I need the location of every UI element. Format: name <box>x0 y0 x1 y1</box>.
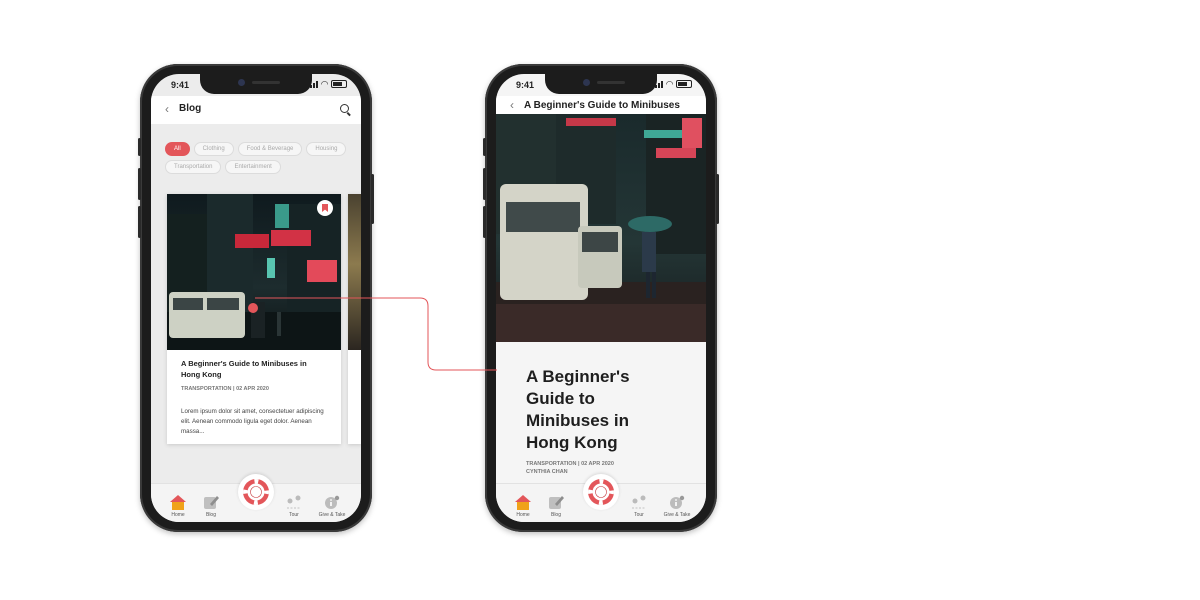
phone-blog: 9:41 ◠ ‹ Blog All Clothing Food & Bevera… <box>138 64 374 532</box>
lifebuoy-help-button[interactable] <box>583 474 619 510</box>
notch <box>200 74 312 94</box>
tour-map-pin-icon <box>287 495 301 509</box>
blog-edit-icon <box>549 496 564 509</box>
tab-give-take[interactable]: Give & Take <box>660 494 694 518</box>
article-nav-bar: ‹ A Beginner's Guide to Minibuses <box>496 96 706 114</box>
notch <box>545 74 657 94</box>
page-title: Blog <box>179 103 202 114</box>
tab-blog-label: Blog <box>205 512 216 518</box>
lifebuoy-help-button[interactable] <box>238 474 274 510</box>
bottom-tab-bar: Home Blog Tour Give & Take <box>496 474 706 522</box>
back-icon[interactable]: ‹ <box>510 98 514 112</box>
tab-tour-label: Tour <box>634 512 644 518</box>
card-photo <box>167 194 341 350</box>
bookmark-icon[interactable] <box>317 200 333 216</box>
article-screen: 9:41 ◠ ‹ A Beginner's Guide to Minibuses <box>496 74 706 522</box>
give-take-info-icon <box>325 495 340 509</box>
card-title: A Beginner's Guide to Minibuses in Hong … <box>181 359 307 379</box>
tab-tour-label: Tour <box>289 512 299 518</box>
next-card-peek[interactable] <box>348 194 361 444</box>
phone-article: 9:41 ◠ ‹ A Beginner's Guide to Minibuses <box>483 64 719 532</box>
status-time: 9:41 <box>516 80 535 90</box>
page-title: A Beginner's Guide to Minibuses <box>524 100 680 111</box>
status-time: 9:41 <box>171 80 190 90</box>
card-excerpt: Lorem ipsum dolor sit amet, consectetuer… <box>181 408 324 435</box>
blog-edit-icon <box>204 496 219 509</box>
back-icon[interactable]: ‹ <box>165 102 169 116</box>
blog-screen: 9:41 ◠ ‹ Blog All Clothing Food & Bevera… <box>151 74 361 522</box>
battery-icon <box>331 80 347 88</box>
blog-post-card[interactable]: A Beginner's Guide to Minibuses in Hong … <box>167 194 341 444</box>
chip-transportation[interactable]: Transportation <box>165 160 222 174</box>
search-icon[interactable] <box>340 104 349 113</box>
wifi-icon: ◠ <box>666 78 673 89</box>
tab-give-take-label: Give & Take <box>663 512 691 518</box>
wifi-icon: ◠ <box>321 78 328 89</box>
lifebuoy-icon <box>243 479 269 505</box>
lifebuoy-icon <box>588 479 614 505</box>
category-filter-chips: All Clothing Food & Beverage Housing Tra… <box>165 142 355 174</box>
give-take-info-icon <box>670 495 685 509</box>
chip-clothing[interactable]: Clothing <box>193 142 234 156</box>
home-icon <box>515 495 531 510</box>
chip-food-beverage[interactable]: Food & Beverage <box>237 142 303 156</box>
home-icon <box>170 495 186 510</box>
blog-nav-bar: ‹ Blog <box>151 96 361 124</box>
bottom-tab-bar: Home Blog Tour Give & Take <box>151 474 361 522</box>
tab-blog[interactable]: Blog <box>539 494 573 518</box>
tab-home-label: Home <box>516 512 530 518</box>
chip-all[interactable]: All <box>165 142 190 156</box>
article-hero-photo <box>496 114 706 348</box>
tour-map-pin-icon <box>632 495 646 509</box>
tab-tour[interactable]: Tour <box>277 494 311 518</box>
tab-blog-label: Blog <box>550 512 561 518</box>
tab-home[interactable]: Home <box>506 494 540 518</box>
article-title: A Beginner's Guide to Minibuses in Hong … <box>526 367 630 452</box>
battery-icon <box>676 80 692 88</box>
tab-home-label: Home <box>171 512 185 518</box>
tab-home[interactable]: Home <box>161 494 195 518</box>
tab-tour[interactable]: Tour <box>622 494 656 518</box>
tab-give-take-label: Give & Take <box>318 512 346 518</box>
tab-give-take[interactable]: Give & Take <box>315 494 349 518</box>
chip-housing[interactable]: Housing <box>306 142 347 156</box>
card-meta: TRANSPORTATION | 02 APR 2020 <box>181 386 269 392</box>
article-category-date: TRANSPORTATION | 02 APR 2020 <box>526 461 614 467</box>
chip-entertainment[interactable]: Entertainment <box>225 160 281 174</box>
tab-blog[interactable]: Blog <box>194 494 228 518</box>
